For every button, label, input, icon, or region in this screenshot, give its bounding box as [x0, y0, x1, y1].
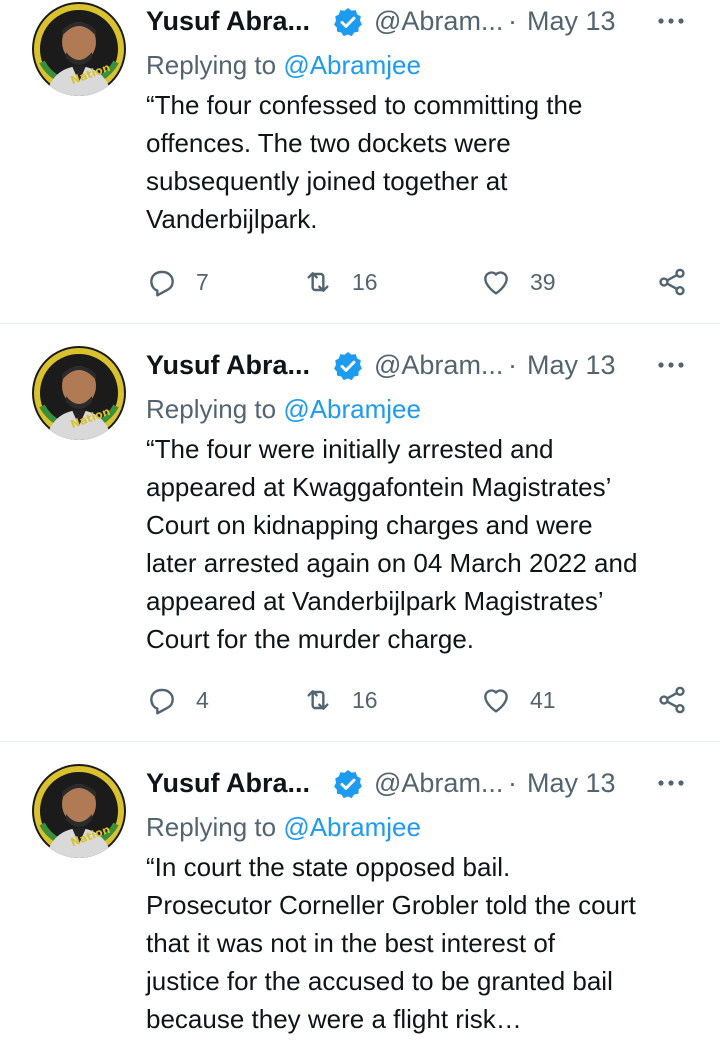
replying-prefix: Replying to — [146, 812, 284, 842]
retweet-icon — [307, 690, 329, 710]
share-icon — [659, 268, 685, 296]
replying-mention-link[interactable]: @Abramjee — [283, 812, 421, 842]
like-button[interactable]: 39 — [480, 262, 556, 302]
tweet-text: “In court the state opposed bail. Prosec… — [146, 852, 636, 1034]
more-options-icon[interactable] — [656, 776, 686, 790]
reply-icon — [150, 270, 174, 297]
avatar[interactable]: Nation — [32, 2, 126, 96]
tweet-date[interactable]: May 13 — [527, 350, 616, 381]
replying-mention-link[interactable]: @Abramjee — [283, 50, 421, 80]
replying-prefix: Replying to — [146, 394, 284, 424]
retweet-button[interactable]: 16 — [302, 680, 378, 720]
author-handle[interactable]: @Abram... — [374, 350, 503, 381]
tweet[interactable]: Nation Yusuf Abra... @Abram... · May 13 … — [0, 742, 720, 1042]
tweet-date[interactable]: May 13 — [527, 768, 616, 799]
tweet-text: “The four were initially arrested and ap… — [146, 434, 638, 654]
verified-badge-icon — [334, 352, 362, 381]
reply-button[interactable]: 7 — [146, 262, 209, 302]
replying-prefix: Replying to — [146, 50, 284, 80]
retweet-count: 16 — [352, 686, 378, 713]
tweet-text: “The four confessed to committing the of… — [146, 90, 583, 234]
share-button[interactable] — [656, 262, 688, 302]
separator-dot: · — [508, 6, 517, 36]
tweet-actions: 4 16 41 — [146, 680, 706, 720]
author-handle[interactable]: @Abram... — [374, 6, 503, 37]
separator-dot: · — [508, 768, 517, 798]
heart-icon — [484, 271, 508, 295]
tweet-actions: 7 16 39 — [146, 262, 706, 302]
share-icon — [659, 686, 685, 714]
author-handle[interactable]: @Abram... — [374, 768, 503, 799]
retweet-icon — [307, 272, 329, 292]
more-options-icon[interactable] — [656, 358, 686, 372]
like-count: 41 — [530, 686, 556, 713]
replying-mention-link[interactable]: @Abramjee — [283, 394, 421, 424]
replying-to: Replying to @Abramjee — [146, 390, 706, 428]
like-count: 39 — [530, 268, 556, 295]
reply-count: 4 — [196, 686, 209, 713]
verified-badge-icon — [334, 770, 362, 799]
heart-icon — [484, 689, 508, 713]
like-button[interactable]: 41 — [480, 680, 556, 720]
avatar[interactable]: Nation — [32, 764, 126, 858]
author-name[interactable]: Yusuf Abra... — [146, 768, 310, 799]
reply-count: 7 — [196, 268, 209, 295]
replying-to: Replying to @Abramjee — [146, 808, 706, 846]
retweet-button[interactable]: 16 — [302, 262, 378, 302]
avatar[interactable]: Nation — [32, 346, 126, 440]
author-name[interactable]: Yusuf Abra... — [146, 6, 310, 37]
retweet-count: 16 — [352, 268, 378, 295]
author-name[interactable]: Yusuf Abra... — [146, 350, 310, 381]
tweet-date[interactable]: May 13 — [527, 6, 616, 37]
reply-icon — [150, 688, 174, 715]
replying-to: Replying to @Abramjee — [146, 46, 706, 84]
verified-badge-icon — [334, 8, 362, 37]
tweet[interactable]: Nation Yusuf Abra... @Abram... · May 13 … — [0, 324, 720, 742]
separator-dot: · — [508, 350, 517, 380]
more-options-icon[interactable] — [656, 14, 686, 28]
tweet[interactable]: Nation Yusuf Abra... @Abram... · May 13 … — [0, 0, 720, 324]
reply-button[interactable]: 4 — [146, 680, 209, 720]
share-button[interactable] — [656, 680, 688, 720]
